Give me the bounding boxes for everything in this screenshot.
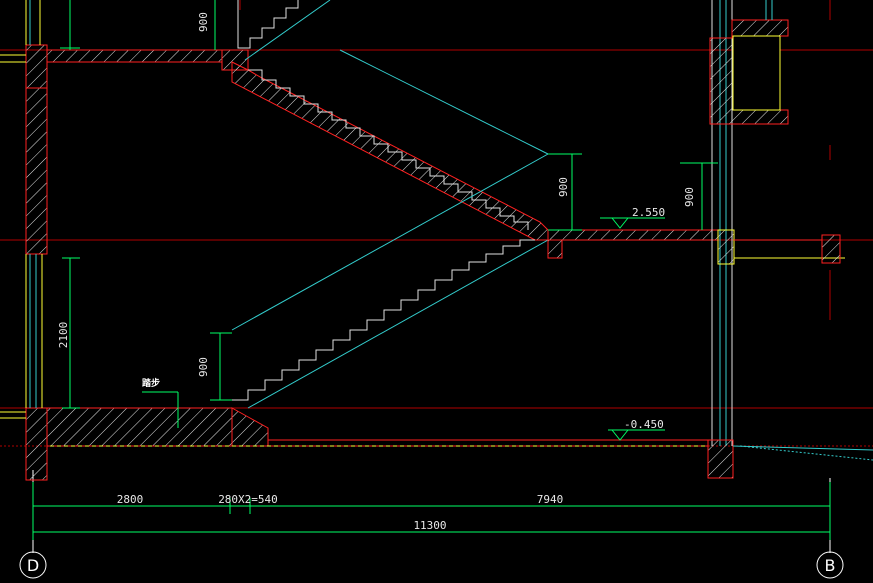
stair-section-drawing: 900 2100 900 900 900 2.550 -0.450 踏步 280… bbox=[0, 0, 873, 579]
right-wall bbox=[707, 0, 873, 479]
ascending-flight bbox=[232, 239, 535, 401]
dim-right-riser: 900 bbox=[683, 187, 696, 207]
dim-span-steps: 280X2=540 bbox=[218, 493, 278, 506]
dim-span-left: 2800 bbox=[117, 493, 144, 506]
dim-bottom-riser: 900 bbox=[197, 357, 210, 377]
axis-label-right: B bbox=[825, 556, 836, 575]
dim-span-total: 11300 bbox=[413, 519, 446, 532]
level-ground: -0.450 bbox=[624, 418, 664, 431]
dim-mid-riser: 900 bbox=[557, 177, 570, 197]
dim-top-riser: 900 bbox=[197, 12, 210, 32]
axis-lines bbox=[32, 470, 831, 553]
descending-flight bbox=[231, 61, 549, 241]
dim-wall-height: 2100 bbox=[57, 322, 70, 349]
axis-marker-left: D bbox=[19, 551, 47, 579]
axis-label-left: D bbox=[27, 556, 39, 575]
mid-landing bbox=[547, 229, 719, 259]
ground-slab bbox=[46, 407, 709, 447]
level-markers bbox=[600, 217, 665, 441]
upper-floor-slab bbox=[46, 49, 249, 71]
axis-marker-right: B bbox=[816, 551, 844, 579]
dim-span-right: 7940 bbox=[537, 493, 564, 506]
note-step: 踏步 bbox=[142, 377, 160, 389]
upper-flight-steps bbox=[237, 0, 331, 61]
level-landing: 2.550 bbox=[632, 206, 665, 219]
